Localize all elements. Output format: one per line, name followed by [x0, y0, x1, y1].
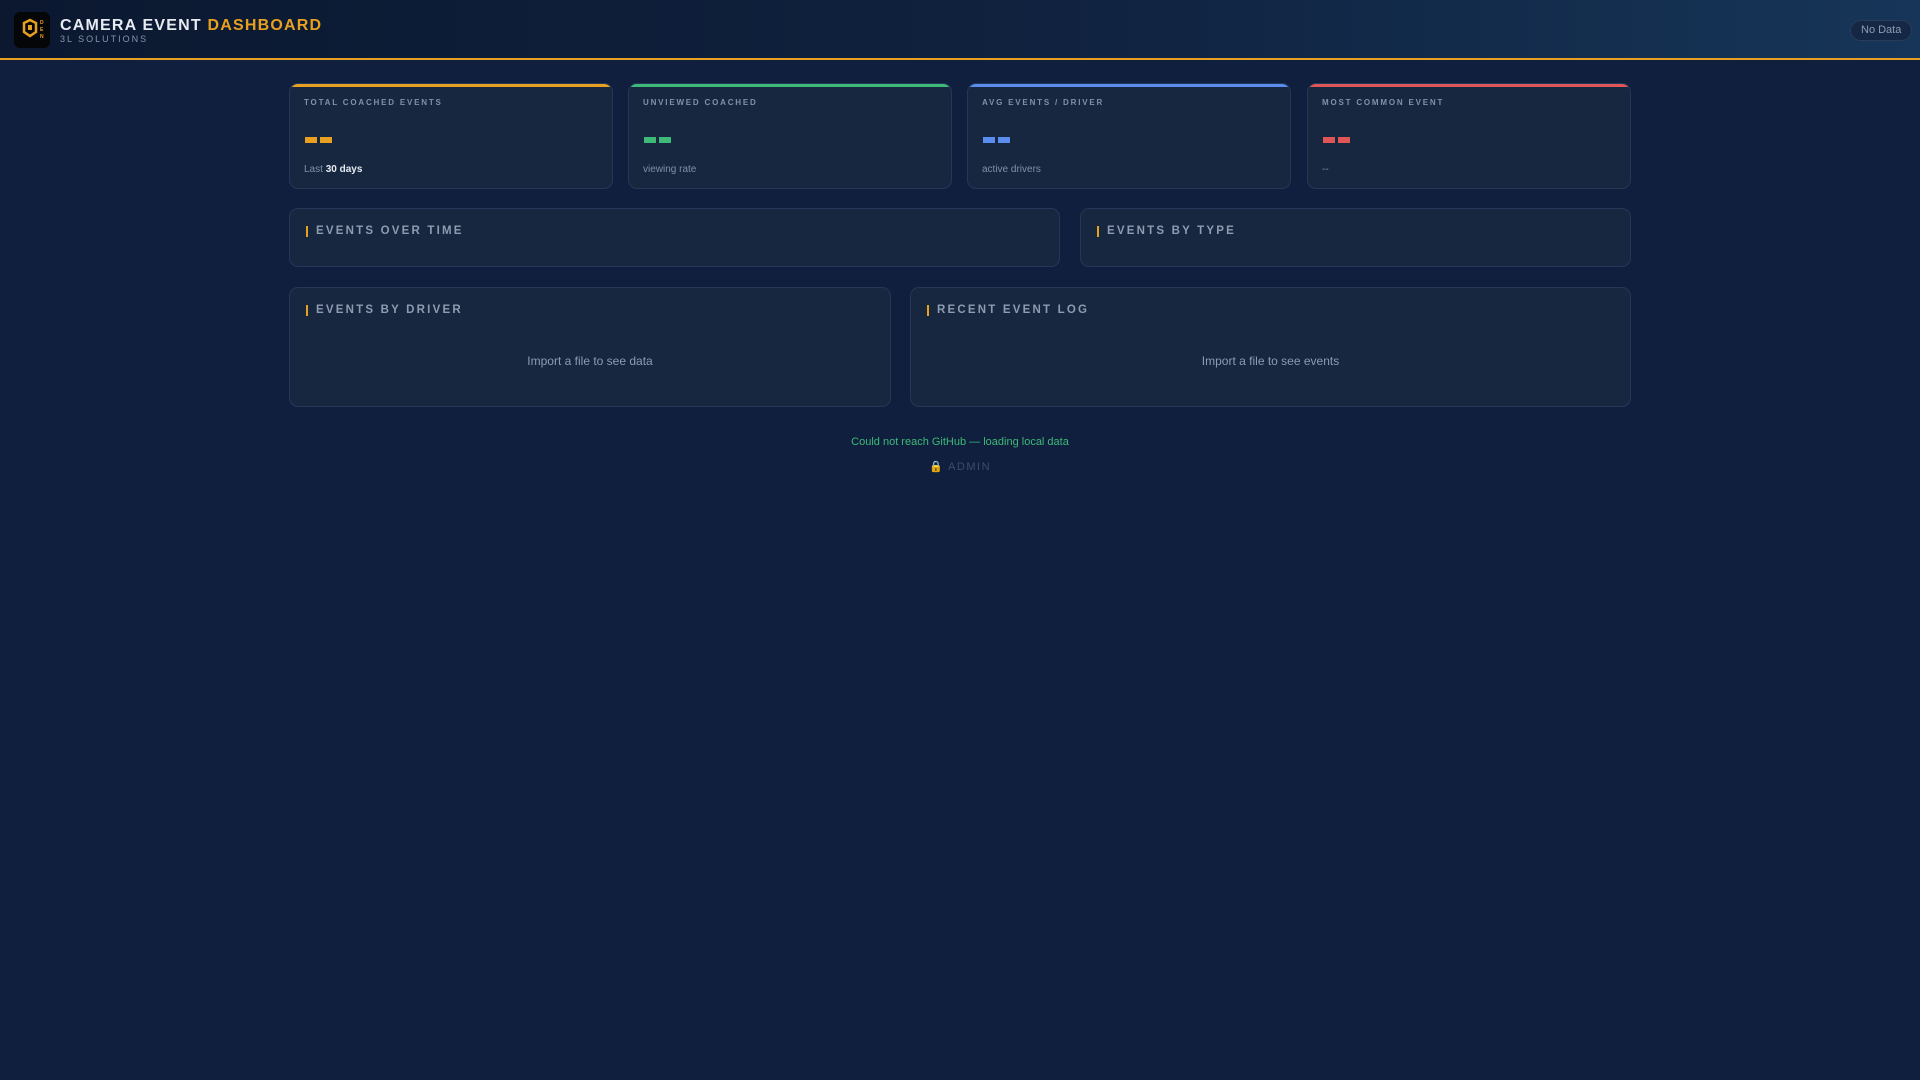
empty-state: Import a file to see data — [527, 354, 653, 368]
empty-state: Import a file to see events — [1201, 354, 1340, 368]
app-subtitle: 3L SOLUTIONS — [60, 34, 149, 44]
panel-title: EVENTS BY DRIVER — [306, 304, 463, 316]
stat-card: UNVIEWED COACHED viewing rate — [628, 83, 952, 189]
card-subtext: active drivers — [982, 164, 1041, 175]
card-label: UNVIEWED COACHED — [643, 98, 758, 107]
svg-text:E: E — [40, 27, 44, 33]
lock-icon: 🔒 — [928, 461, 945, 473]
recent-event-log-panel: RECENT EVENT LOG Import a file to see ev… — [910, 287, 1631, 407]
title-main: CAMERA EVENT — [60, 17, 202, 34]
svg-text:D: D — [40, 20, 44, 26]
status-badge: No Data — [1850, 20, 1913, 41]
admin-label: ADMIN — [948, 461, 992, 473]
card-label: MOST COMMON EVENT — [1322, 98, 1445, 107]
card-accent-bar — [1308, 84, 1630, 87]
panel-title: RECENT EVENT LOG — [927, 304, 1089, 316]
header: D E N CAMERA EVENT DASHBOARD 3L SOLUTION… — [0, 0, 1920, 60]
card-value-placeholder — [983, 137, 1010, 143]
sub-bold: 30 days — [325, 164, 363, 175]
sub-prefix: active drivers — [982, 164, 1041, 175]
events-by-type-panel: EVENTS BY TYPE — [1080, 208, 1631, 267]
stat-card: TOTAL COACHED EVENTS Last 30 days — [289, 83, 613, 189]
card-accent-bar — [968, 84, 1290, 87]
panel-title: EVENTS OVER TIME — [306, 225, 464, 237]
status-message: Could not reach GitHub — loading local d… — [851, 436, 1069, 448]
card-subtext: viewing rate — [643, 164, 696, 175]
card-value-placeholder — [1323, 137, 1350, 143]
logo: D E N — [14, 12, 50, 48]
svg-text:N: N — [40, 34, 44, 40]
sub-prefix: viewing rate — [643, 164, 697, 175]
card-label: TOTAL COACHED EVENTS — [304, 98, 443, 107]
events-by-driver-panel: EVENTS BY DRIVER Import a file to see da… — [289, 287, 891, 407]
card-label: AVG EVENTS / DRIVER — [982, 98, 1105, 107]
title-accent: DASHBOARD — [207, 17, 323, 34]
events-over-time-panel: EVENTS OVER TIME — [289, 208, 1060, 267]
card-subtext: Last 30 days — [304, 164, 362, 175]
card-value-placeholder — [644, 137, 671, 143]
admin-link[interactable]: 🔒 ADMIN — [0, 460, 1920, 473]
sub-prefix: -- — [1322, 164, 1329, 175]
panel-title: EVENTS BY TYPE — [1097, 225, 1236, 237]
card-accent-bar — [290, 84, 612, 87]
sub-prefix: Last — [304, 164, 323, 175]
card-value-placeholder — [305, 137, 332, 143]
card-subtext: -- — [1322, 164, 1329, 175]
card-accent-bar — [629, 84, 951, 87]
stat-card: MOST COMMON EVENT -- — [1307, 83, 1631, 189]
stat-card: AVG EVENTS / DRIVER active drivers — [967, 83, 1291, 189]
app-title: CAMERA EVENT DASHBOARD — [60, 17, 322, 35]
